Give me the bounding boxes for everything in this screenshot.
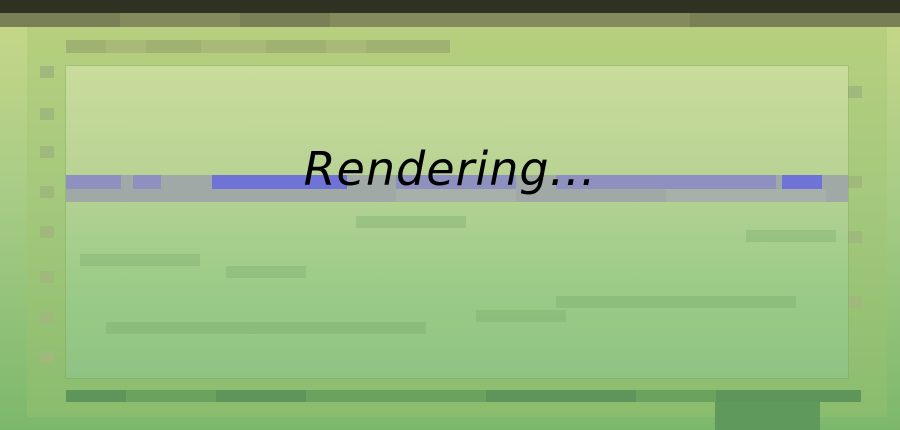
footer-segment [486,390,636,402]
toolbar-segment [690,13,900,27]
toolbar-strip [0,13,900,27]
tick-mark [848,86,862,98]
tick-mark [40,108,54,120]
window-title-bar [0,0,900,13]
right-tick-column [848,66,862,378]
footer-block [715,402,820,430]
header-segment [146,40,201,53]
blurred-content-row [556,296,796,308]
toolbar-segment [240,13,330,27]
footer-segment [216,390,306,402]
footer-segment [66,390,126,402]
tick-mark [40,351,54,363]
tick-mark [848,296,862,308]
blurred-content-row [106,322,426,334]
footer-segment [716,390,861,402]
header-segment [366,40,450,53]
left-tick-column [40,66,54,378]
tick-mark [848,231,862,243]
rendering-status-label: Rendering... [303,142,597,196]
tick-mark [40,271,54,283]
blurred-content-row [746,230,836,242]
blurred-content-row [226,266,306,278]
blurred-content-row [356,216,466,228]
blurred-footer-strip [66,390,861,402]
header-segment [66,40,106,53]
toolbar-segment [0,13,120,27]
blurred-content-row [476,310,566,322]
tick-mark [40,226,54,238]
blurred-content-row [80,254,200,266]
blurred-header-strip [66,40,450,53]
header-segment [266,40,326,53]
tick-mark [40,312,54,324]
tick-mark [40,66,54,78]
render-preview-panel [66,66,848,378]
